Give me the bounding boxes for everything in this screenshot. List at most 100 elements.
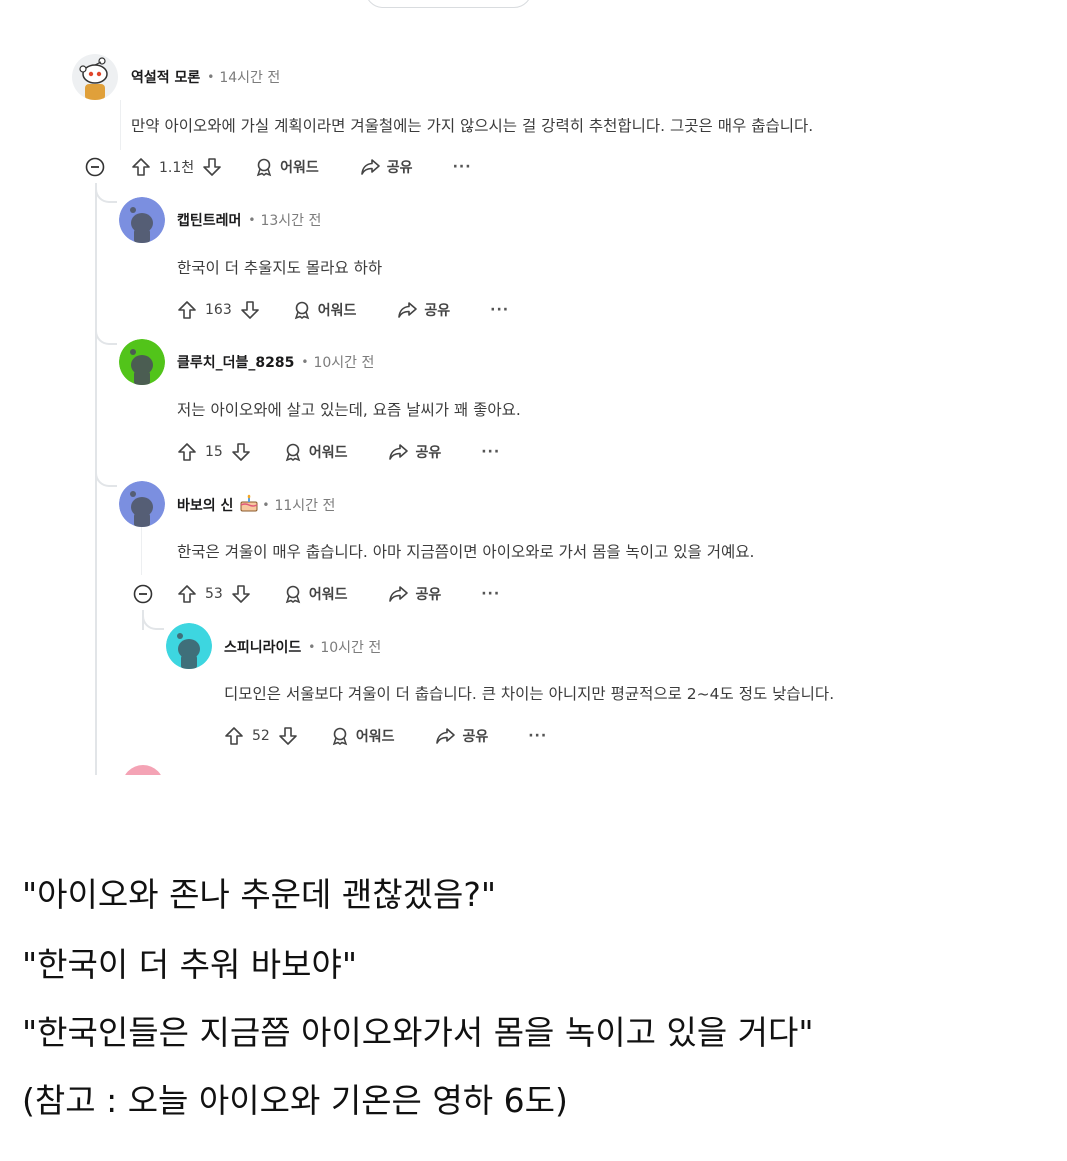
award-button[interactable]: 어워드 — [254, 157, 319, 177]
upvote-button[interactable] — [177, 300, 197, 320]
downvote-arrow-icon — [232, 443, 250, 461]
share-label: 공유 — [415, 445, 442, 461]
upvote-button[interactable] — [131, 157, 151, 177]
comment-author[interactable]: 캡틴트레머 — [177, 210, 241, 230]
comment-meta: 바보의 신 • 11시간 전 — [177, 494, 335, 516]
downvote-button[interactable] — [231, 442, 251, 462]
vote-count: 52 — [252, 728, 270, 744]
snoo-avatar-icon — [119, 339, 165, 385]
share-label: 공유 — [462, 729, 489, 745]
comment-body: 만약 아이오와에 가실 계획이라면 겨울철에는 가지 않으시는 걸 강력히 추천… — [131, 117, 814, 135]
separator-dot: • — [207, 70, 215, 84]
avatar[interactable] — [166, 623, 212, 669]
comment-time: 13시간 전 — [260, 213, 322, 229]
caption-line: "한국이 더 추워 바보야" — [22, 945, 358, 984]
more-options-button[interactable]: ··· — [453, 159, 472, 175]
comment-time: 10시간 전 — [313, 355, 375, 371]
downvote-button[interactable] — [202, 157, 222, 177]
award-icon — [294, 301, 309, 320]
comment-time: 10시간 전 — [320, 640, 382, 656]
comment-actions: 53 어워드 공유 ··· — [177, 584, 500, 604]
share-button[interactable]: 공유 — [396, 300, 450, 320]
share-label: 공유 — [415, 587, 442, 603]
snoo-avatar-icon — [119, 197, 165, 243]
comment-author[interactable]: 역설적 모론 — [131, 67, 200, 87]
more-options-button[interactable]: ··· — [481, 586, 500, 602]
share-label: 공유 — [386, 160, 413, 176]
separator-dot: • — [308, 640, 316, 654]
comment-time: 14시간 전 — [219, 70, 281, 86]
upvote-button[interactable] — [177, 442, 197, 462]
collapse-icon[interactable] — [85, 157, 105, 177]
caption-line: "한국인들은 지금쯤 아이오와가서 몸을 녹이고 있을 거다" — [22, 1013, 814, 1052]
downvote-arrow-icon — [232, 585, 250, 603]
upvote-arrow-icon — [178, 301, 196, 319]
downvote-arrow-icon — [203, 158, 221, 176]
share-icon — [389, 586, 409, 602]
award-button[interactable]: 어워드 — [283, 442, 348, 462]
upvote-button[interactable] — [224, 726, 244, 746]
comment-author[interactable]: 바보의 신 — [177, 495, 233, 515]
comment-actions: 52 어워드 공유 ··· — [224, 726, 547, 746]
comment-body: 한국은 겨울이 매우 춥습니다. 아마 지금쯤이면 아이오와로 가서 몸을 녹이… — [177, 543, 755, 561]
share-icon — [436, 728, 456, 744]
upvote-button[interactable] — [177, 584, 197, 604]
award-button[interactable]: 어워드 — [283, 584, 347, 604]
award-label: 어워드 — [355, 729, 395, 745]
comment-time: 11시간 전 — [274, 498, 336, 514]
award-label: 어워드 — [280, 160, 319, 176]
award-icon — [285, 585, 301, 604]
upvote-arrow-icon — [132, 158, 150, 176]
share-button[interactable]: 공유 — [387, 442, 441, 462]
separator-dot: • — [262, 498, 270, 512]
avatar[interactable] — [119, 339, 165, 385]
comment-author[interactable]: 클루치_더블_8285 — [177, 352, 294, 372]
downvote-button[interactable] — [231, 584, 251, 604]
share-button[interactable]: 공유 — [434, 726, 488, 746]
collapse-icon[interactable] — [133, 584, 153, 604]
avatar[interactable] — [72, 54, 118, 100]
snoo-avatar-icon — [119, 481, 165, 527]
separator-dot: • — [248, 213, 256, 227]
avatar[interactable] — [122, 765, 164, 775]
award-icon — [332, 727, 348, 746]
downvote-button[interactable] — [240, 300, 260, 320]
thread-line-comment — [141, 525, 142, 575]
downvote-arrow-icon — [279, 727, 297, 745]
award-label: 어워드 — [308, 445, 348, 461]
more-options-button[interactable]: ··· — [528, 728, 547, 744]
vote-count: 15 — [205, 444, 223, 460]
award-button[interactable]: 어워드 — [330, 726, 395, 746]
share-button[interactable]: 공유 — [359, 157, 413, 177]
thread-elbow — [142, 610, 164, 630]
caption-line: (참고 : 오늘 아이오와 기온은 영하 6도) — [22, 1081, 568, 1120]
comment-body: 한국이 더 추울지도 몰라요 하하 — [177, 259, 383, 277]
cake-icon — [239, 494, 259, 516]
more-options-button[interactable]: ··· — [481, 444, 500, 460]
separator-dot: • — [301, 355, 309, 369]
upvote-arrow-icon — [225, 727, 243, 745]
thread-elbow — [95, 325, 117, 345]
downvote-arrow-icon — [240, 301, 259, 319]
more-options-button[interactable]: ··· — [490, 302, 509, 318]
snoo-avatar-icon — [166, 623, 212, 669]
award-label: 어워드 — [317, 303, 357, 319]
downvote-button[interactable] — [278, 726, 298, 746]
award-button[interactable]: 어워드 — [292, 300, 357, 320]
top-pill-button[interactable] — [365, 0, 532, 8]
comment-body: 저는 아이오와에 살고 있는데, 요즘 날씨가 꽤 좋아요. — [177, 401, 521, 419]
vote-count: 1.1천 — [159, 160, 195, 176]
share-label: 공유 — [424, 303, 451, 319]
share-button[interactable]: 공유 — [387, 584, 441, 604]
comment-meta: 클루치_더블_8285 • 10시간 전 — [177, 352, 374, 372]
avatar[interactable] — [119, 481, 165, 527]
avatar[interactable] — [119, 197, 165, 243]
thread-elbow — [95, 467, 117, 487]
comment-author[interactable]: 스피니라이드 — [224, 637, 301, 657]
caption-line: "아이오와 존나 추운데 괜찮겠음?" — [22, 875, 497, 914]
award-icon — [256, 158, 272, 177]
comment-meta: 캡틴트레머 • 13시간 전 — [177, 210, 321, 230]
upvote-arrow-icon — [178, 585, 196, 603]
comment-actions: 163 어워드 공유 ··· — [177, 300, 509, 320]
award-icon — [285, 443, 301, 462]
